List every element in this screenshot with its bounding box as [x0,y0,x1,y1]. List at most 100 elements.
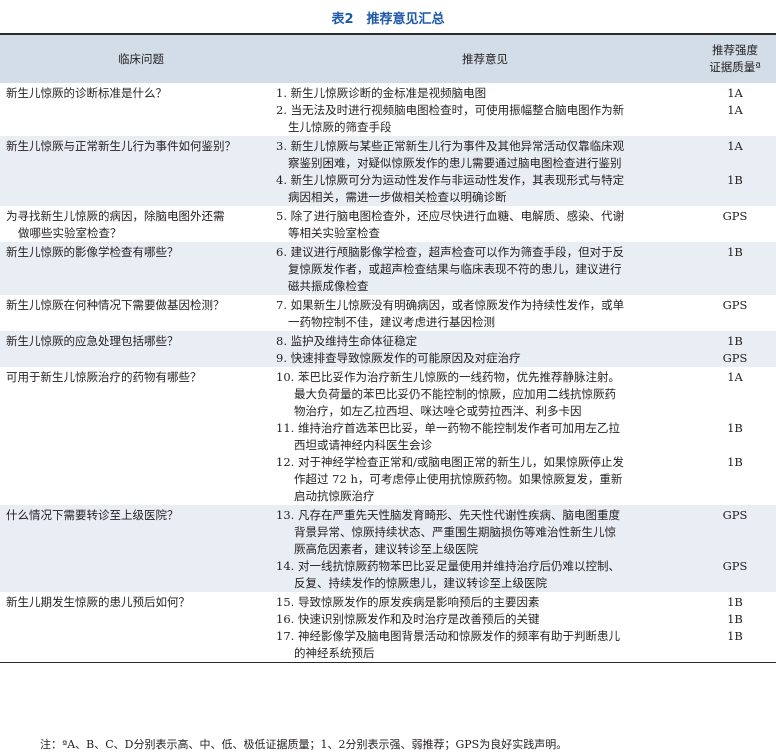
table-row: 新生儿惊厥的影像学检查有哪些？ 6. 建议进行颅脑影像学检查，超声检查可以作为筛查… [0,242,776,295]
recommendation-line: 13. 凡存在严重先天性脑发育畸形、先天性代谢性疾病、脑电图重度 [276,508,620,522]
clinical-question-line: 新生儿惊厥在何种情况下需要做基因检测？ [6,298,225,312]
recommendation-group: 5. 除了进行脑电图检查外，还应尽快进行血糖、电解质、感染、代谢等相关实验室检查… [276,206,776,242]
recommendation-group: 3. 新生儿惊厥与某些正常新生儿行为事件及其他异常活动仅靠临床观 察鉴别困难，对疑… [276,136,776,206]
recommendation-grade: GPS [722,508,748,522]
clinical-question-line: 可用于新生儿惊厥治疗的药物有哪些？ [6,370,202,384]
recommendation-item: 3. 新生儿惊厥与某些正常新生儿行为事件及其他异常活动仅靠临床观 察鉴别困难，对疑… [276,138,776,172]
recommendation-grade: 1A [727,139,743,153]
table-row: 新生儿惊厥的应急处理包括哪些？ 8. 监护及维持生命体征稳定 1B 9. 快速排查导致… [0,331,776,367]
recommendation-grade: 1A [727,103,743,117]
recommendation-grade: GPS [722,559,748,573]
recommendation-line: 15. 导致惊厥发作的原发疾病是影响预后的主要因素 [276,595,540,609]
recommendation-item: 1. 新生儿惊厥诊断的金标准是视频脑电图 1A [276,85,776,102]
recommendation-line: 最大负荷量的苯巴比妥仍不能控制的惊厥，应加用二线抗惊厥药 [294,387,616,401]
recommendation-group: 1. 新生儿惊厥诊断的金标准是视频脑电图 1A 2. 当无法及时进行视频脑电图检查时… [276,83,776,136]
recommendation-table: 临床问题 推荐意见 推荐强度 证据质量ª 新生儿惊厥的诊断标准是什么？ 1. 新生… [0,33,776,663]
recommendation-line: 14. 对一线抗惊厥药物苯巴比妥足量使用并维持治疗后仍难以控制、 [276,559,620,573]
recommendation-group: 10. 苯巴比妥作为治疗新生儿惊厥的一线药物，优先推荐静脉注射。最大负荷量的苯巴… [276,367,776,505]
recommendation-line: 物治疗，如左乙拉西坦、咪达唑仑或劳拉西泮、利多卡因 [294,404,582,418]
recommendation-text: 5. 除了进行脑电图检查外，还应尽快进行血糖、电解质、感染、代谢等相关实验室检查 [276,208,694,242]
clinical-question: 新生儿惊厥的应急处理包括哪些？ [0,331,276,367]
recommendation-line: 察鉴别困难，对疑似惊厥发作的患儿需要通过脑电图检查进行鉴别 [288,156,622,170]
table-row: 为寻找新生儿惊厥的病因，除脑电图外还需 做哪些实验室检查？ 5. 除了进行脑电图检查… [0,206,776,242]
clinical-question: 新生儿惊厥的影像学检查有哪些？ [0,242,276,295]
recommendation-item: 14. 对一线抗惊厥药物苯巴比妥足量使用并维持治疗后仍难以控制、反复、持续发作的… [276,558,776,592]
header-recommendation: 推荐意见 [462,51,508,66]
recommendation-text: 1. 新生儿惊厥诊断的金标准是视频脑电图 [276,85,694,102]
recommendation-line: 作超过 72 h，可考虑停止使用抗惊厥药物。如果惊厥复发，重新 [294,472,623,486]
clinical-question-line: 新生儿惊厥的应急处理包括哪些？ [6,334,179,348]
recommendation-line: 2. 当无法及时进行视频脑电图检查时，可使用振幅整合脑电图作为新 [276,103,625,117]
recommendation-text: 10. 苯巴比妥作为治疗新生儿惊厥的一线药物，优先推荐静脉注射。最大负荷量的苯巴… [276,369,694,420]
recommendation-text: 9. 快速排查导致惊厥发作的可能原因及对症治疗 [276,350,694,367]
recommendation-text: 11. 维持治疗首选苯巴比妥，单一药物不能控制发作者可加用左乙拉西坦或请神经内科… [276,420,694,454]
recommendation-grade: 1B [727,421,743,435]
recommendation-line: 厥高危因素者，建议转诊至上级医院 [294,542,478,556]
header-grade: 推荐强度 证据质量ª [694,42,776,76]
recommendation-group: 8. 监护及维持生命体征稳定 1B 9. 快速排查导致惊厥发作的可能原因及对症治疗 G… [276,331,776,367]
recommendation-line: 10. 苯巴比妥作为治疗新生儿惊厥的一线药物，优先推荐静脉注射。 [276,370,620,384]
clinical-question: 新生儿惊厥在何种情况下需要做基因检测？ [0,295,276,331]
recommendation-item: 13. 凡存在严重先天性脑发育畸形、先天性代谢性疾病、脑电图重度背景异常、惊厥持… [276,507,776,558]
recommendation-line: 8. 监护及维持生命体征稳定 [276,334,418,348]
recommendation-text: 3. 新生儿惊厥与某些正常新生儿行为事件及其他异常活动仅靠临床观 察鉴别困难，对疑… [276,138,694,172]
clinical-question-line: 新生儿期发生惊厥的患儿预后如何？ [6,595,190,609]
recommendation-text: 7. 如果新生儿惊厥没有明确病因，或者惊厥发作为持续性发作，或单 一药物控制不佳，… [276,297,694,331]
table-row: 新生儿惊厥与正常新生儿行为事件如何鉴别？ 3. 新生儿惊厥与某些正常新生儿行为事件… [0,136,776,206]
recommendation-grade: GPS [722,298,748,312]
recommendation-line: 16. 快速识别惊厥发作和及时治疗是改善预后的关键 [276,612,540,626]
recommendation-grade: 1B [727,629,743,643]
clinical-question: 新生儿惊厥的诊断标准是什么？ [0,83,276,136]
recommendation-line: 5. 除了进行脑电图检查外，还应尽快进行血糖、电解质、感染、代谢 [276,209,625,223]
recommendation-group: 15. 导致惊厥发作的原发疾病是影响预后的主要因素 1B 16. 快速识别惊厥发作和… [276,592,776,662]
recommendation-line: 的神经系统预后 [294,646,375,660]
table-footnote: 注：ªA、B、C、D分别表示高、中、低、极低证据质量；1、2分别表示强、弱推荐；… [40,738,568,751]
clinical-question-line: 新生儿惊厥与正常新生儿行为事件如何鉴别？ [6,139,236,153]
table-caption: 表2 推荐意见汇总 [331,12,445,27]
recommendation-text: 6. 建议进行颅脑影像学检查，超声检查可以作为筛查手段，但对于反复惊厥发作者，或… [276,244,694,295]
recommendation-line: 17. 神经影像学及脑电图背景活动和惊厥发作的频率有助于判断患儿 [276,629,620,643]
recommendation-item: 6. 建议进行颅脑影像学检查，超声检查可以作为筛查手段，但对于反复惊厥发作者，或… [276,244,776,295]
recommendation-item: 4. 新生儿惊厥可分为运动性发作与非运动性发作，其表现形式与特定 病因相关，需进一… [276,172,776,206]
clinical-question-line: 做哪些实验室检查？ [18,226,122,240]
recommendation-grade: 1B [727,455,743,469]
table-row: 新生儿期发生惊厥的患儿预后如何？ 15. 导致惊厥发作的原发疾病是影响预后的主要因… [0,592,776,662]
recommendation-text: 14. 对一线抗惊厥药物苯巴比妥足量使用并维持治疗后仍难以控制、反复、持续发作的… [276,558,694,592]
recommendation-grade: 1A [727,370,743,384]
recommendation-line: 11. 维持治疗首选苯巴比妥，单一药物不能控制发作者可加用左乙拉 [276,421,620,435]
recommendation-item: 11. 维持治疗首选苯巴比妥，单一药物不能控制发作者可加用左乙拉西坦或请神经内科… [276,420,776,454]
recommendation-grade: 1B [727,595,743,609]
recommendation-item: 17. 神经影像学及脑电图背景活动和惊厥发作的频率有助于判断患儿的神经系统预后 1… [276,628,776,662]
recommendation-line: 反复、持续发作的惊厥患儿，建议转诊至上级医院 [294,576,547,590]
recommendation-line: 等相关实验室检查 [288,226,380,240]
recommendation-text: 2. 当无法及时进行视频脑电图检查时，可使用振幅整合脑电图作为新生儿惊厥的筛查手… [276,102,694,136]
recommendation-item: 8. 监护及维持生命体征稳定 1B [276,333,776,350]
clinical-question: 为寻找新生儿惊厥的病因，除脑电图外还需做哪些实验室检查？ [0,206,276,242]
clinical-question-line: 什么情况下需要转诊至上级医院？ [6,508,179,522]
recommendation-text: 15. 导致惊厥发作的原发疾病是影响预后的主要因素 [276,594,694,611]
recommendation-item: 10. 苯巴比妥作为治疗新生儿惊厥的一线药物，优先推荐静脉注射。最大负荷量的苯巴… [276,369,776,420]
table-header: 临床问题 推荐意见 推荐强度 证据质量ª [0,35,776,83]
recommendation-line: 12. 对于神经学检查正常和/或脑电图正常的新生儿，如果惊厥停止发 [276,455,624,469]
recommendation-line: 西坦或请神经内科医生会诊 [294,438,432,452]
recommendation-line: 9. 快速排查导致惊厥发作的可能原因及对症治疗 [276,351,521,365]
table-row: 新生儿惊厥的诊断标准是什么？ 1. 新生儿惊厥诊断的金标准是视频脑电图 1A 2. 当… [0,83,776,136]
table-row: 什么情况下需要转诊至上级医院？ 13. 凡存在严重先天性脑发育畸形、先天性代谢性疾… [0,505,776,592]
recommendation-group: 7. 如果新生儿惊厥没有明确病因，或者惊厥发作为持续性发作，或单 一药物控制不佳，… [276,295,776,331]
recommendation-item: 15. 导致惊厥发作的原发疾病是影响预后的主要因素 1B [276,594,776,611]
clinical-question-line: 为寻找新生儿惊厥的病因，除脑电图外还需 [6,209,225,223]
recommendation-line: 生儿惊厥的筛查手段 [288,120,392,134]
recommendation-text: 12. 对于神经学检查正常和/或脑电图正常的新生儿，如果惊厥停止发作超过 72 … [276,454,694,505]
recommendation-line: 6. 建议进行颅脑影像学检查，超声检查可以作为筛查手段，但对于反 [276,245,625,259]
header-question: 临床问题 [118,51,164,66]
recommendation-item: 9. 快速排查导致惊厥发作的可能原因及对症治疗 GPS [276,350,776,367]
recommendation-line: 病因相关，需进一步做相关检查以明确诊断 [288,190,507,204]
recommendation-line: 一药物控制不佳，建议考虑进行基因检测 [288,315,495,329]
recommendation-grade: GPS [722,351,748,365]
recommendation-grade: 1B [727,245,743,259]
clinical-question: 新生儿惊厥与正常新生儿行为事件如何鉴别？ [0,136,276,206]
recommendation-item: 5. 除了进行脑电图检查外，还应尽快进行血糖、电解质、感染、代谢等相关实验室检查… [276,208,776,242]
clinical-question-line: 新生儿惊厥的影像学检查有哪些？ [6,245,179,259]
recommendation-line: 复惊厥发作者，或超声检查结果与临床表现不符的患儿，建议进行 [288,262,622,276]
recommendation-line: 背景异常、惊厥持续状态、严重围生期脑损伤等难治性新生儿惊 [294,525,616,539]
